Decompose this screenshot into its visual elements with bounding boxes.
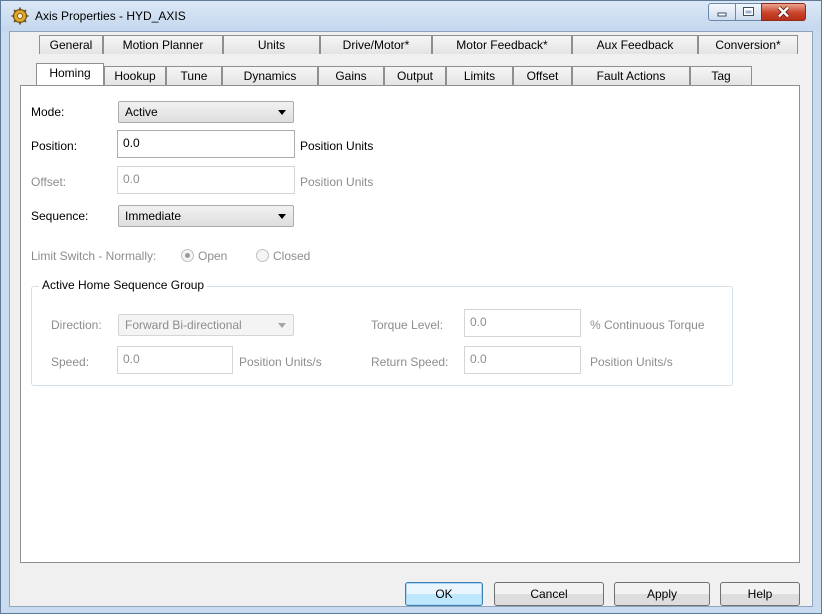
close-icon: [777, 6, 790, 18]
minimize-icon: [717, 12, 727, 17]
direction-select[interactable]: Forward Bi-directional: [118, 314, 294, 336]
group-title: Active Home Sequence Group: [39, 278, 208, 292]
return-speed-value: 0.0: [470, 352, 487, 366]
limit-open-label: Open: [198, 249, 228, 263]
position-value: 0.0: [123, 136, 140, 150]
tab-tag[interactable]: Tag: [690, 66, 752, 85]
maximize-button[interactable]: [735, 3, 762, 21]
tab-tune[interactable]: Tune: [166, 66, 222, 85]
torque-level-label: Torque Level:: [371, 318, 444, 332]
torque-level-input[interactable]: 0.0: [464, 309, 581, 337]
sequence-select[interactable]: Immediate: [118, 205, 294, 227]
maximize-icon: [743, 7, 754, 16]
tab-fault-actions[interactable]: Fault Actions: [572, 66, 690, 85]
speed-value: 0.0: [123, 352, 140, 366]
minimize-button[interactable]: [708, 3, 736, 21]
speed-label: Speed:: [51, 355, 90, 369]
offset-value: 0.0: [123, 172, 140, 186]
window-title: Axis Properties - HYD_AXIS: [35, 9, 186, 23]
offset-input[interactable]: 0.0: [117, 166, 295, 194]
tab-motor-feedback[interactable]: Motor Feedback*: [432, 35, 572, 54]
mode-select[interactable]: Active: [118, 101, 294, 123]
direction-value: Forward Bi-directional: [125, 318, 242, 332]
chevron-down-icon: [278, 323, 286, 328]
torque-units-label: % Continuous Torque: [590, 318, 705, 332]
sequence-value: Immediate: [125, 209, 182, 223]
tab-motion-planner[interactable]: Motion Planner: [103, 35, 223, 54]
tab-limits[interactable]: Limits: [446, 66, 513, 85]
homing-panel: Mode: Active Position: 0.0 Position Unit…: [20, 85, 800, 563]
title-bar[interactable]: Axis Properties - HYD_AXIS: [1, 1, 821, 31]
tab-gains[interactable]: Gains: [318, 66, 384, 85]
limit-open-radio[interactable]: [181, 249, 194, 262]
limit-closed-radio[interactable]: [256, 249, 269, 262]
tab-units[interactable]: Units: [223, 35, 320, 54]
mode-value: Active: [125, 105, 158, 119]
help-button[interactable]: Help: [720, 582, 800, 606]
return-speed-label: Return Speed:: [371, 355, 449, 369]
position-input[interactable]: 0.0: [117, 130, 295, 158]
chevron-down-icon: [278, 110, 286, 115]
tab-homing[interactable]: Homing: [36, 63, 104, 85]
tab-hookup[interactable]: Hookup: [104, 66, 166, 85]
dialog-client-area: General Motion Planner Units Drive/Motor…: [9, 31, 813, 607]
tab-general[interactable]: General: [39, 35, 103, 54]
close-button[interactable]: [761, 3, 806, 21]
return-speed-input[interactable]: 0.0: [464, 346, 581, 374]
torque-level-value: 0.0: [470, 315, 487, 329]
speed-units-label: Position Units/s: [239, 355, 322, 369]
offset-label: Offset:: [31, 175, 67, 189]
return-speed-units-label: Position Units/s: [590, 355, 673, 369]
offset-units-label: Position Units: [300, 175, 374, 189]
limit-switch-label: Limit Switch - Normally:: [31, 249, 157, 263]
apply-button[interactable]: Apply: [614, 582, 710, 606]
tab-conversion[interactable]: Conversion*: [698, 35, 798, 54]
ok-button[interactable]: OK: [405, 582, 483, 606]
speed-input[interactable]: 0.0: [117, 346, 233, 374]
chevron-down-icon: [278, 214, 286, 219]
tab-offset[interactable]: Offset: [513, 66, 572, 85]
cancel-button[interactable]: Cancel: [494, 582, 604, 606]
position-units-label: Position Units: [300, 139, 374, 153]
direction-label: Direction:: [51, 318, 102, 332]
tab-dynamics[interactable]: Dynamics: [222, 66, 318, 85]
tab-output[interactable]: Output: [384, 66, 446, 85]
sequence-label: Sequence:: [31, 209, 89, 223]
position-label: Position:: [31, 139, 78, 153]
gear-icon: [11, 7, 29, 25]
tab-drive-motor[interactable]: Drive/Motor*: [320, 35, 432, 54]
mode-label: Mode:: [31, 105, 65, 119]
tab-aux-feedback[interactable]: Aux Feedback: [572, 35, 698, 54]
limit-closed-label: Closed: [273, 249, 311, 263]
axis-properties-window: Axis Properties - HYD_AXIS General Motio…: [0, 0, 822, 614]
